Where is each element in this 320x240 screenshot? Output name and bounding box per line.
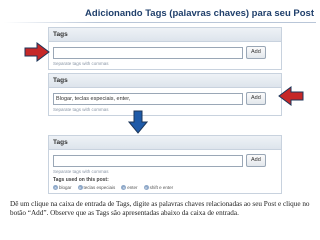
add-button[interactable]: Add <box>246 154 266 167</box>
tags-panel-2: Tags Blogar, teclas especiais, enter, Ad… <box>48 73 282 116</box>
tags-hint: Separate tags with commas <box>53 107 109 112</box>
tags-input[interactable] <box>53 46 243 59</box>
tags-panel-header: Tags <box>49 74 281 88</box>
arrow-left-icon <box>278 86 304 106</box>
tags-panel-header: Tags <box>49 136 281 150</box>
arrow-right-shape <box>24 42 50 62</box>
tag-chip: × teclas especiais <box>77 185 116 190</box>
tag-chip: × blogar <box>53 185 72 190</box>
slide-title: Adicionando Tags (palavras chaves) para … <box>85 8 314 19</box>
tags-hint: Separate tags with commas <box>53 61 109 66</box>
remove-tag-icon[interactable]: × <box>77 185 83 190</box>
tag-chip-label: shift e enter <box>149 185 174 190</box>
tags-panel-header: Tags <box>49 28 281 42</box>
remove-tag-icon[interactable]: × <box>53 185 58 190</box>
add-button[interactable]: Add <box>246 92 266 105</box>
instruction-caption: Dê um clique na caixa de entrada de Tags… <box>10 200 310 217</box>
tag-chip: × enter <box>121 185 138 190</box>
tag-chip-label: teclas especiais <box>83 185 116 190</box>
arrow-right-icon <box>24 42 50 62</box>
arrow-left-shape <box>278 86 304 106</box>
tags-used-label: Tags used on this post: <box>53 177 109 183</box>
tag-chip-label: blogar <box>59 185 72 190</box>
tag-chip: × shift e enter <box>143 185 174 190</box>
arrow-down-shape <box>128 110 148 134</box>
arrow-down-icon <box>128 110 148 134</box>
tags-panel-1: Tags Add Separate tags with commas <box>48 27 282 70</box>
add-button[interactable]: Add <box>246 46 266 59</box>
remove-tag-icon[interactable]: × <box>121 185 127 190</box>
tags-hint: Separate tags with commas <box>53 169 109 174</box>
tags-panel-3: Tags Add Separate tags with commas Tags … <box>48 135 282 194</box>
tags-input[interactable] <box>53 154 243 167</box>
tag-chip-label: enter <box>127 185 138 190</box>
title-divider <box>4 22 316 23</box>
tag-chip-list: × blogar × teclas especiais × enter × sh… <box>53 185 277 190</box>
remove-tag-icon[interactable]: × <box>143 185 149 190</box>
tags-input[interactable]: Blogar, teclas especiais, enter, <box>53 92 243 105</box>
